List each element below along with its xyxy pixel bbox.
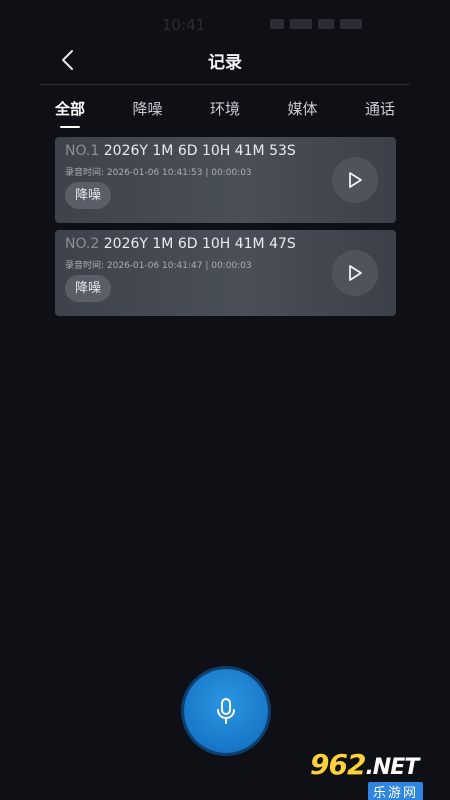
tab-media[interactable]: 媒体 [287,96,317,132]
play-icon [349,172,362,188]
watermark: 962.NET 乐游网 [308,748,450,800]
record-tag: 降噪 [65,182,112,209]
record-list: NO.1 2026Y 1M 6D 10H 41M 53S 录音时间: 2026-… [55,137,396,323]
status-time: 10:41 [162,16,206,34]
play-button[interactable] [332,157,378,203]
tab-bar: 全部 降噪 环境 媒体 通话 [55,96,395,132]
record-mic-button[interactable] [184,669,268,753]
record-name: 2026Y 1M 6D 10H 41M 53S [103,143,296,159]
record-number: NO.2 [65,236,100,252]
vibrate-icon [270,19,284,29]
page-title: 记录 [208,53,242,73]
tab-noise-reduction[interactable]: 降噪 [132,96,162,132]
microphone-icon [217,698,235,724]
tab-environment[interactable]: 环境 [210,96,240,132]
play-icon [349,265,362,281]
watermark-site-name: 乐游网 [368,782,424,800]
record-title: NO.1 2026Y 1M 6D 10H 41M 53S [65,143,296,159]
record-name: 2026Y 1M 6D 10H 41M 47S [103,236,296,252]
record-title: NO.2 2026Y 1M 6D 10H 41M 47S [65,236,296,252]
battery-icon [340,19,362,29]
record-meta: 录音时间: 2026-01-06 10:41:47 | 00:00:03 [65,261,252,271]
record-card[interactable]: NO.2 2026Y 1M 6D 10H 41M 47S 录音时间: 2026-… [55,230,396,316]
tab-call[interactable]: 通话 [365,96,395,132]
record-meta: 录音时间: 2026-01-06 10:41:53 | 00:00:03 [65,168,252,178]
header-divider [40,84,410,85]
header: 记录 [0,36,450,84]
wifi-icon [318,19,334,29]
status-icons [270,17,362,31]
record-tag: 降噪 [65,275,112,302]
tab-all[interactable]: 全部 [55,96,85,132]
watermark-logo: 962.NET [310,748,419,781]
signal-icon [290,19,312,29]
record-number: NO.1 [65,143,100,159]
play-button[interactable] [332,250,378,296]
record-card[interactable]: NO.1 2026Y 1M 6D 10H 41M 53S 录音时间: 2026-… [55,137,396,223]
